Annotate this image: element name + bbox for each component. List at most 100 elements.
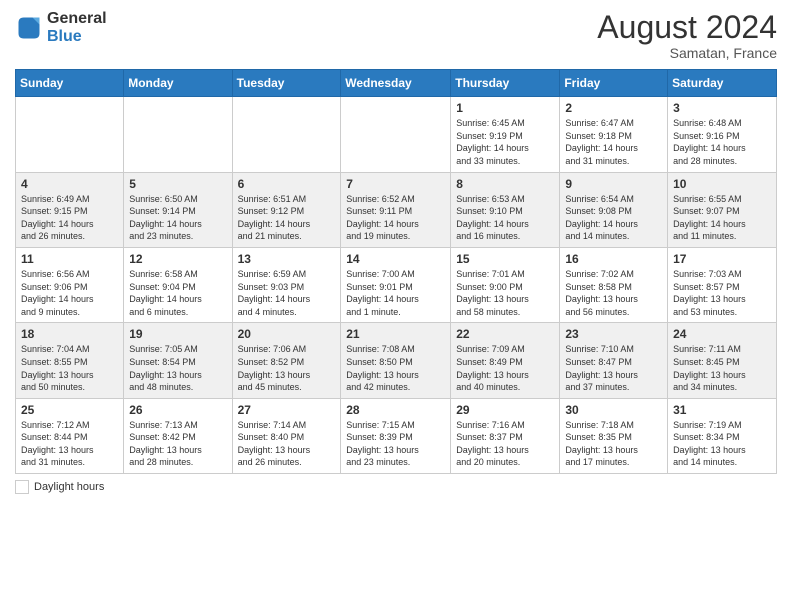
day-info: Sunrise: 7:13 AM Sunset: 8:42 PM Dayligh… — [129, 419, 226, 469]
day-number: 2 — [565, 101, 662, 115]
day-number: 11 — [21, 252, 118, 266]
table-row: 4 Sunrise: 6:49 AM Sunset: 9:15 PM Daylig… — [16, 172, 124, 247]
table-row: 15Sunrise: 7:01 AM Sunset: 9:00 PM Dayli… — [451, 247, 560, 322]
day-info: Sunrise: 6:45 AM Sunset: 9:19 PM Dayligh… — [456, 117, 554, 167]
day-number: 12 — [129, 252, 226, 266]
day-info: Sunrise: 6:49 AM Sunset: 9:15 PM Dayligh… — [21, 193, 118, 243]
day-info: Sunrise: 6:51 AM Sunset: 9:12 PM Dayligh… — [238, 193, 336, 243]
legend-box — [15, 480, 29, 494]
day-number: 31 — [673, 403, 771, 417]
table-row: 25Sunrise: 7:12 AM Sunset: 8:44 PM Dayli… — [16, 398, 124, 473]
logo: General Blue — [15, 10, 107, 45]
legend-label: Daylight hours — [34, 481, 104, 493]
table-row: 20 Sunrise: 7:06 AM Sunset: 8:52 PM Dayli… — [232, 323, 341, 398]
day-number: 7 — [346, 177, 445, 191]
day-info: Sunrise: 7:02 AM Sunset: 8:58 PM Dayligh… — [565, 268, 662, 318]
col-wednesday: Wednesday — [341, 70, 451, 97]
table-row: 30Sunrise: 7:18 AM Sunset: 8:35 PM Dayli… — [560, 398, 668, 473]
table-row: 2 Sunrise: 6:47 AM Sunset: 9:18 PM Daylig… — [560, 97, 668, 172]
day-info: Sunrise: 7:04 AM Sunset: 8:55 PM Dayligh… — [21, 343, 118, 393]
day-info: Sunrise: 6:58 AM Sunset: 9:04 PM Dayligh… — [129, 268, 226, 318]
day-info: Sunrise: 7:00 AM Sunset: 9:01 PM Dayligh… — [346, 268, 445, 318]
day-info: Sunrise: 7:08 AM Sunset: 8:50 PM Dayligh… — [346, 343, 445, 393]
day-info: Sunrise: 7:09 AM Sunset: 8:49 PM Dayligh… — [456, 343, 554, 393]
table-row: 6 Sunrise: 6:51 AM Sunset: 9:12 PM Daylig… — [232, 172, 341, 247]
col-sunday: Sunday — [16, 70, 124, 97]
calendar-week-row: 4 Sunrise: 6:49 AM Sunset: 9:15 PM Daylig… — [16, 172, 777, 247]
day-number: 22 — [456, 327, 554, 341]
day-number: 24 — [673, 327, 771, 341]
table-row: 17Sunrise: 7:03 AM Sunset: 8:57 PM Dayli… — [668, 247, 777, 322]
day-info: Sunrise: 7:10 AM Sunset: 8:47 PM Dayligh… — [565, 343, 662, 393]
day-info: Sunrise: 6:53 AM Sunset: 9:10 PM Dayligh… — [456, 193, 554, 243]
table-row: 12 Sunrise: 6:58 AM Sunset: 9:04 PM Dayli… — [124, 247, 232, 322]
day-number: 21 — [346, 327, 445, 341]
day-number: 19 — [129, 327, 226, 341]
col-monday: Monday — [124, 70, 232, 97]
day-info: Sunrise: 6:55 AM Sunset: 9:07 PM Dayligh… — [673, 193, 771, 243]
day-info: Sunrise: 6:48 AM Sunset: 9:16 PM Dayligh… — [673, 117, 771, 167]
table-row: 7 Sunrise: 6:52 AM Sunset: 9:11 PM Daylig… — [341, 172, 451, 247]
day-info: Sunrise: 7:15 AM Sunset: 8:39 PM Dayligh… — [346, 419, 445, 469]
day-number: 15 — [456, 252, 554, 266]
col-friday: Friday — [560, 70, 668, 97]
day-info: Sunrise: 6:50 AM Sunset: 9:14 PM Dayligh… — [129, 193, 226, 243]
day-info: Sunrise: 7:16 AM Sunset: 8:37 PM Dayligh… — [456, 419, 554, 469]
footer: Daylight hours — [15, 480, 777, 494]
day-number: 29 — [456, 403, 554, 417]
day-number: 16 — [565, 252, 662, 266]
table-row: 10 Sunrise: 6:55 AM Sunset: 9:07 PM Dayli… — [668, 172, 777, 247]
day-info: Sunrise: 7:03 AM Sunset: 8:57 PM Dayligh… — [673, 268, 771, 318]
day-number: 20 — [238, 327, 336, 341]
logo-general-text: General — [47, 10, 107, 28]
title-block: August 2024 Samatan, France — [597, 10, 777, 61]
day-number: 23 — [565, 327, 662, 341]
day-number: 13 — [238, 252, 336, 266]
header: General Blue August 2024 Samatan, France — [15, 10, 777, 61]
day-number: 6 — [238, 177, 336, 191]
table-row: 3 Sunrise: 6:48 AM Sunset: 9:16 PM Daylig… — [668, 97, 777, 172]
day-number: 1 — [456, 101, 554, 115]
day-number: 28 — [346, 403, 445, 417]
table-row — [124, 97, 232, 172]
logo-icon — [15, 14, 43, 42]
table-row: 5Sunrise: 6:50 AM Sunset: 9:14 PM Daylig… — [124, 172, 232, 247]
table-row: 24 Sunrise: 7:11 AM Sunset: 8:45 PM Dayli… — [668, 323, 777, 398]
day-number: 3 — [673, 101, 771, 115]
day-info: Sunrise: 7:12 AM Sunset: 8:44 PM Dayligh… — [21, 419, 118, 469]
day-info: Sunrise: 7:05 AM Sunset: 8:54 PM Dayligh… — [129, 343, 226, 393]
day-info: Sunrise: 7:11 AM Sunset: 8:45 PM Dayligh… — [673, 343, 771, 393]
page: General Blue August 2024 Samatan, France… — [0, 0, 792, 509]
day-number: 27 — [238, 403, 336, 417]
table-row: 29 Sunrise: 7:16 AM Sunset: 8:37 PM Dayli… — [451, 398, 560, 473]
day-info: Sunrise: 7:06 AM Sunset: 8:52 PM Dayligh… — [238, 343, 336, 393]
table-row — [232, 97, 341, 172]
table-row: 19 Sunrise: 7:05 AM Sunset: 8:54 PM Dayli… — [124, 323, 232, 398]
table-row: 22 Sunrise: 7:09 AM Sunset: 8:49 PM Dayli… — [451, 323, 560, 398]
col-saturday: Saturday — [668, 70, 777, 97]
calendar-week-row: 25Sunrise: 7:12 AM Sunset: 8:44 PM Dayli… — [16, 398, 777, 473]
table-row — [16, 97, 124, 172]
table-row: 27 Sunrise: 7:14 AM Sunset: 8:40 PM Dayli… — [232, 398, 341, 473]
col-thursday: Thursday — [451, 70, 560, 97]
day-number: 4 — [21, 177, 118, 191]
day-info: Sunrise: 6:47 AM Sunset: 9:18 PM Dayligh… — [565, 117, 662, 167]
table-row: 16 Sunrise: 7:02 AM Sunset: 8:58 PM Dayli… — [560, 247, 668, 322]
table-row: 9Sunrise: 6:54 AM Sunset: 9:08 PM Daylig… — [560, 172, 668, 247]
day-info: Sunrise: 7:14 AM Sunset: 8:40 PM Dayligh… — [238, 419, 336, 469]
month-title: August 2024 — [597, 10, 777, 45]
table-row — [341, 97, 451, 172]
calendar-week-row: 18Sunrise: 7:04 AM Sunset: 8:55 PM Dayli… — [16, 323, 777, 398]
table-row: 13Sunrise: 6:59 AM Sunset: 9:03 PM Dayli… — [232, 247, 341, 322]
logo-text: General Blue — [47, 10, 107, 45]
day-number: 30 — [565, 403, 662, 417]
day-info: Sunrise: 6:52 AM Sunset: 9:11 PM Dayligh… — [346, 193, 445, 243]
calendar-header-row: Sunday Monday Tuesday Wednesday Thursday… — [16, 70, 777, 97]
calendar-week-row: 1 Sunrise: 6:45 AM Sunset: 9:19 PM Daylig… — [16, 97, 777, 172]
day-number: 10 — [673, 177, 771, 191]
table-row: 14 Sunrise: 7:00 AM Sunset: 9:01 PM Dayli… — [341, 247, 451, 322]
day-number: 14 — [346, 252, 445, 266]
table-row: 23 Sunrise: 7:10 AM Sunset: 8:47 PM Dayli… — [560, 323, 668, 398]
day-number: 9 — [565, 177, 662, 191]
location-title: Samatan, France — [597, 45, 777, 61]
